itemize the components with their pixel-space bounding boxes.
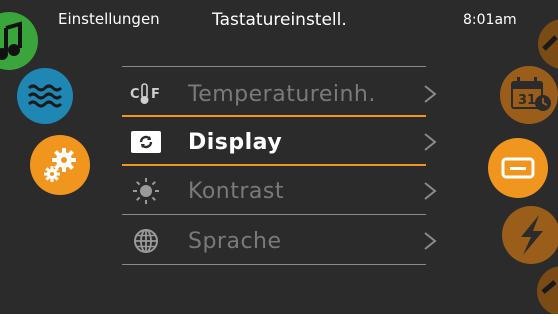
- bottom-border: [0, 314, 558, 324]
- lightning-icon: [521, 215, 543, 255]
- menu-item-label: Temperatureinh.: [188, 81, 376, 107]
- menu-item-label: Sprache: [188, 228, 282, 254]
- water-button[interactable]: [17, 68, 73, 124]
- menu-item-language[interactable]: Sprache: [122, 217, 437, 265]
- calendar-day-number: 31: [518, 93, 536, 108]
- globe-icon: [130, 227, 162, 255]
- display-refresh-icon: [130, 128, 162, 156]
- menu-divider-selected-top: [122, 115, 426, 117]
- menu-item-temperature-unit[interactable]: C F Temperatureinh.: [122, 70, 437, 118]
- wrench-icon: [542, 35, 558, 51]
- screen-icon: [501, 157, 535, 179]
- clock-time: 8:01am: [463, 12, 517, 28]
- settings-breadcrumb[interactable]: Einstellungen: [58, 10, 160, 28]
- chevron-right-icon: [424, 232, 437, 250]
- menu-divider: [122, 66, 426, 67]
- display-button[interactable]: [488, 138, 548, 198]
- page-title: Tastatureinstell.: [212, 10, 347, 30]
- water-waves-icon: [27, 84, 63, 108]
- menu-divider: [122, 214, 426, 215]
- menu-item-contrast[interactable]: Kontrast: [122, 167, 437, 215]
- service-button-top[interactable]: [538, 19, 558, 69]
- wrench-icon: [541, 280, 557, 294]
- svg-text:F: F: [151, 87, 160, 102]
- gears-icon: [44, 148, 76, 182]
- menu-item-display[interactable]: Display: [122, 118, 437, 166]
- temperature-unit-icon: C F: [130, 80, 162, 108]
- music-button[interactable]: [0, 12, 38, 70]
- svg-text:C: C: [130, 87, 140, 102]
- chevron-right-icon: [424, 133, 437, 151]
- menu-item-label: Display: [188, 129, 283, 155]
- contrast-sun-icon: [130, 177, 162, 205]
- service-button-bottom[interactable]: [537, 266, 558, 314]
- menu-item-label: Kontrast: [188, 178, 284, 204]
- settings-button[interactable]: [30, 135, 90, 195]
- chevron-right-icon: [424, 182, 437, 200]
- calendar-icon: 31: [511, 77, 551, 111]
- music-note-icon: [0, 21, 22, 60]
- chevron-right-icon: [424, 85, 437, 103]
- calendar-button[interactable]: 31: [500, 66, 558, 124]
- control-panel-screen: Einstellungen Tastatureinstell. 8:01am 3…: [0, 0, 558, 314]
- menu-divider-selected-bottom: [122, 164, 426, 166]
- power-button[interactable]: [502, 206, 558, 264]
- menu-divider: [122, 264, 426, 265]
